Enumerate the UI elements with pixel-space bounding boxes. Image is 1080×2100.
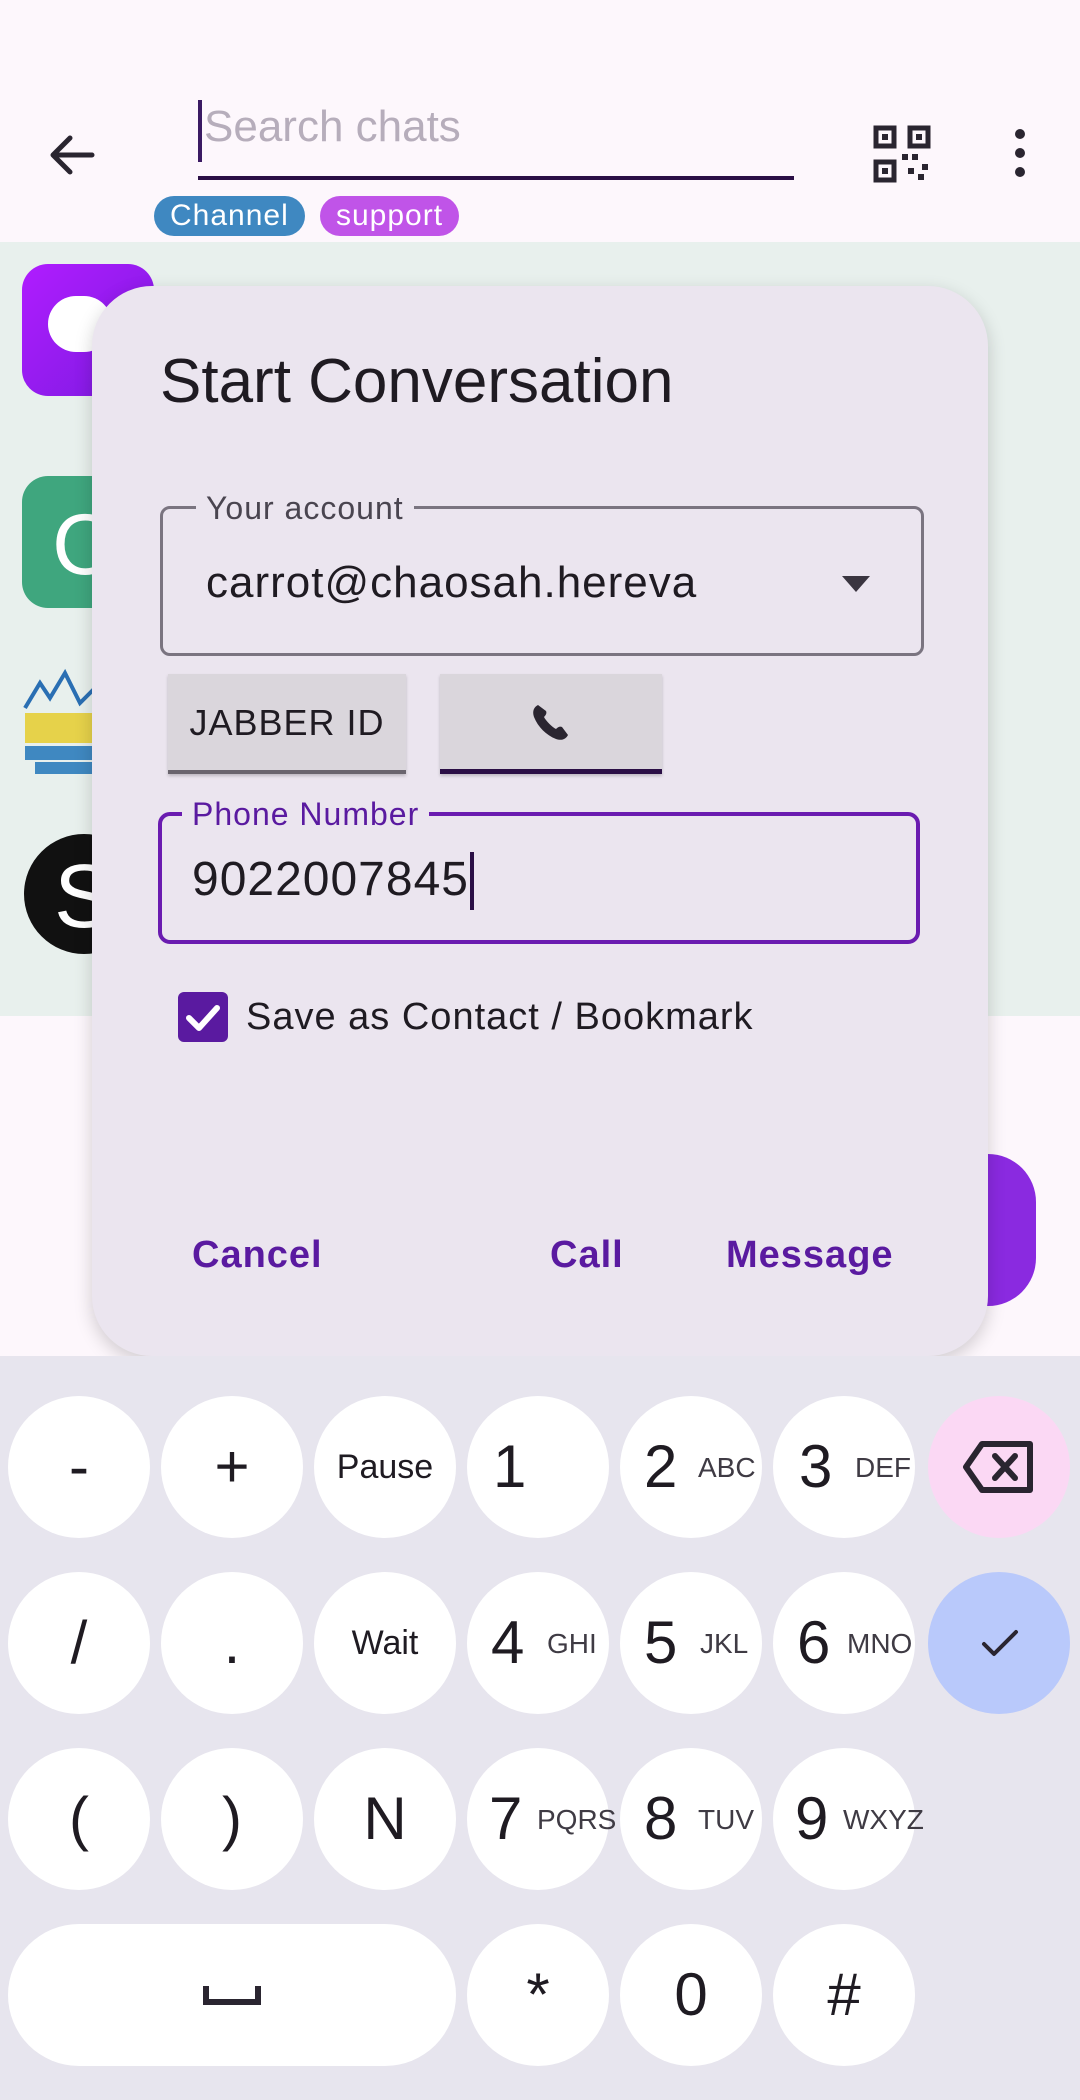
overflow-menu-icon[interactable] [1005,128,1035,178]
key-6[interactable]: 6 MNO [773,1572,915,1714]
backspace-icon [963,1441,1033,1493]
key-3[interactable]: 3 DEF [773,1396,915,1538]
key-pause[interactable]: Pause [314,1396,456,1538]
account-label: Your account [196,490,414,527]
key-1[interactable]: 1 [467,1396,609,1538]
key-7[interactable]: 7 PQRS [467,1748,616,1890]
key-minus[interactable]: - [8,1396,150,1538]
phone-icon [533,705,568,741]
checkmark-icon [982,1630,1018,1656]
cancel-button[interactable]: Cancel [192,1234,323,1277]
dropdown-arrow-icon[interactable] [838,572,874,596]
support-chip[interactable]: support [320,196,460,236]
status-bar [0,0,1080,64]
qr-code-scan-icon[interactable] [872,124,932,184]
phone-button[interactable] [440,674,662,774]
key-4[interactable]: 4 GHI [467,1572,609,1714]
backspace-key[interactable] [928,1396,1070,1538]
key-period[interactable]: . [161,1572,303,1714]
message-button[interactable]: Message [726,1234,894,1277]
key-5[interactable]: 5 JKL [620,1572,762,1714]
key-n[interactable]: N [314,1748,456,1890]
key-plus[interactable]: + [161,1396,303,1538]
key-8[interactable]: 8 TUV [620,1748,762,1890]
space-bar-icon [203,1986,261,2005]
phone-number-value: 9022007845 [192,853,469,906]
key-space[interactable] [8,1924,456,2066]
search-input[interactable]: Search chats [198,96,794,180]
enter-key[interactable] [928,1572,1070,1714]
text-caret [470,852,474,910]
dial-keypad: - + Pause 1 2 ABC 3 DEF / . Wait 4 GHI 5 JKL… [0,1356,1080,2100]
jabber-id-button[interactable]: JABBER ID [168,674,406,774]
key-wait[interactable]: Wait [314,1572,456,1714]
back-arrow-icon[interactable] [40,120,110,190]
search-placeholder: Search chats [204,102,461,151]
key-close-paren[interactable]: ) [161,1748,303,1890]
account-value: carrot@chaosah.hereva [206,558,698,607]
key-hash[interactable]: # [773,1924,915,2066]
key-0[interactable]: 0 [620,1924,762,2066]
phone-number-label: Phone Number [182,796,430,833]
key-asterisk[interactable]: * [467,1924,609,2066]
key-9[interactable]: 9 WXYZ [773,1748,924,1890]
key-slash[interactable]: / [8,1572,150,1714]
text-caret [198,100,202,162]
call-button[interactable]: Call [550,1234,624,1277]
save-contact-label: Save as Contact / Bookmark [246,996,754,1038]
channel-chip[interactable]: Channel [154,196,305,236]
save-contact-checkbox[interactable] [178,992,228,1042]
key-open-paren[interactable]: ( [8,1748,150,1890]
checkmark-icon [186,1005,220,1031]
dialog-title: Start Conversation [160,347,674,416]
key-2[interactable]: 2 ABC [620,1396,762,1538]
